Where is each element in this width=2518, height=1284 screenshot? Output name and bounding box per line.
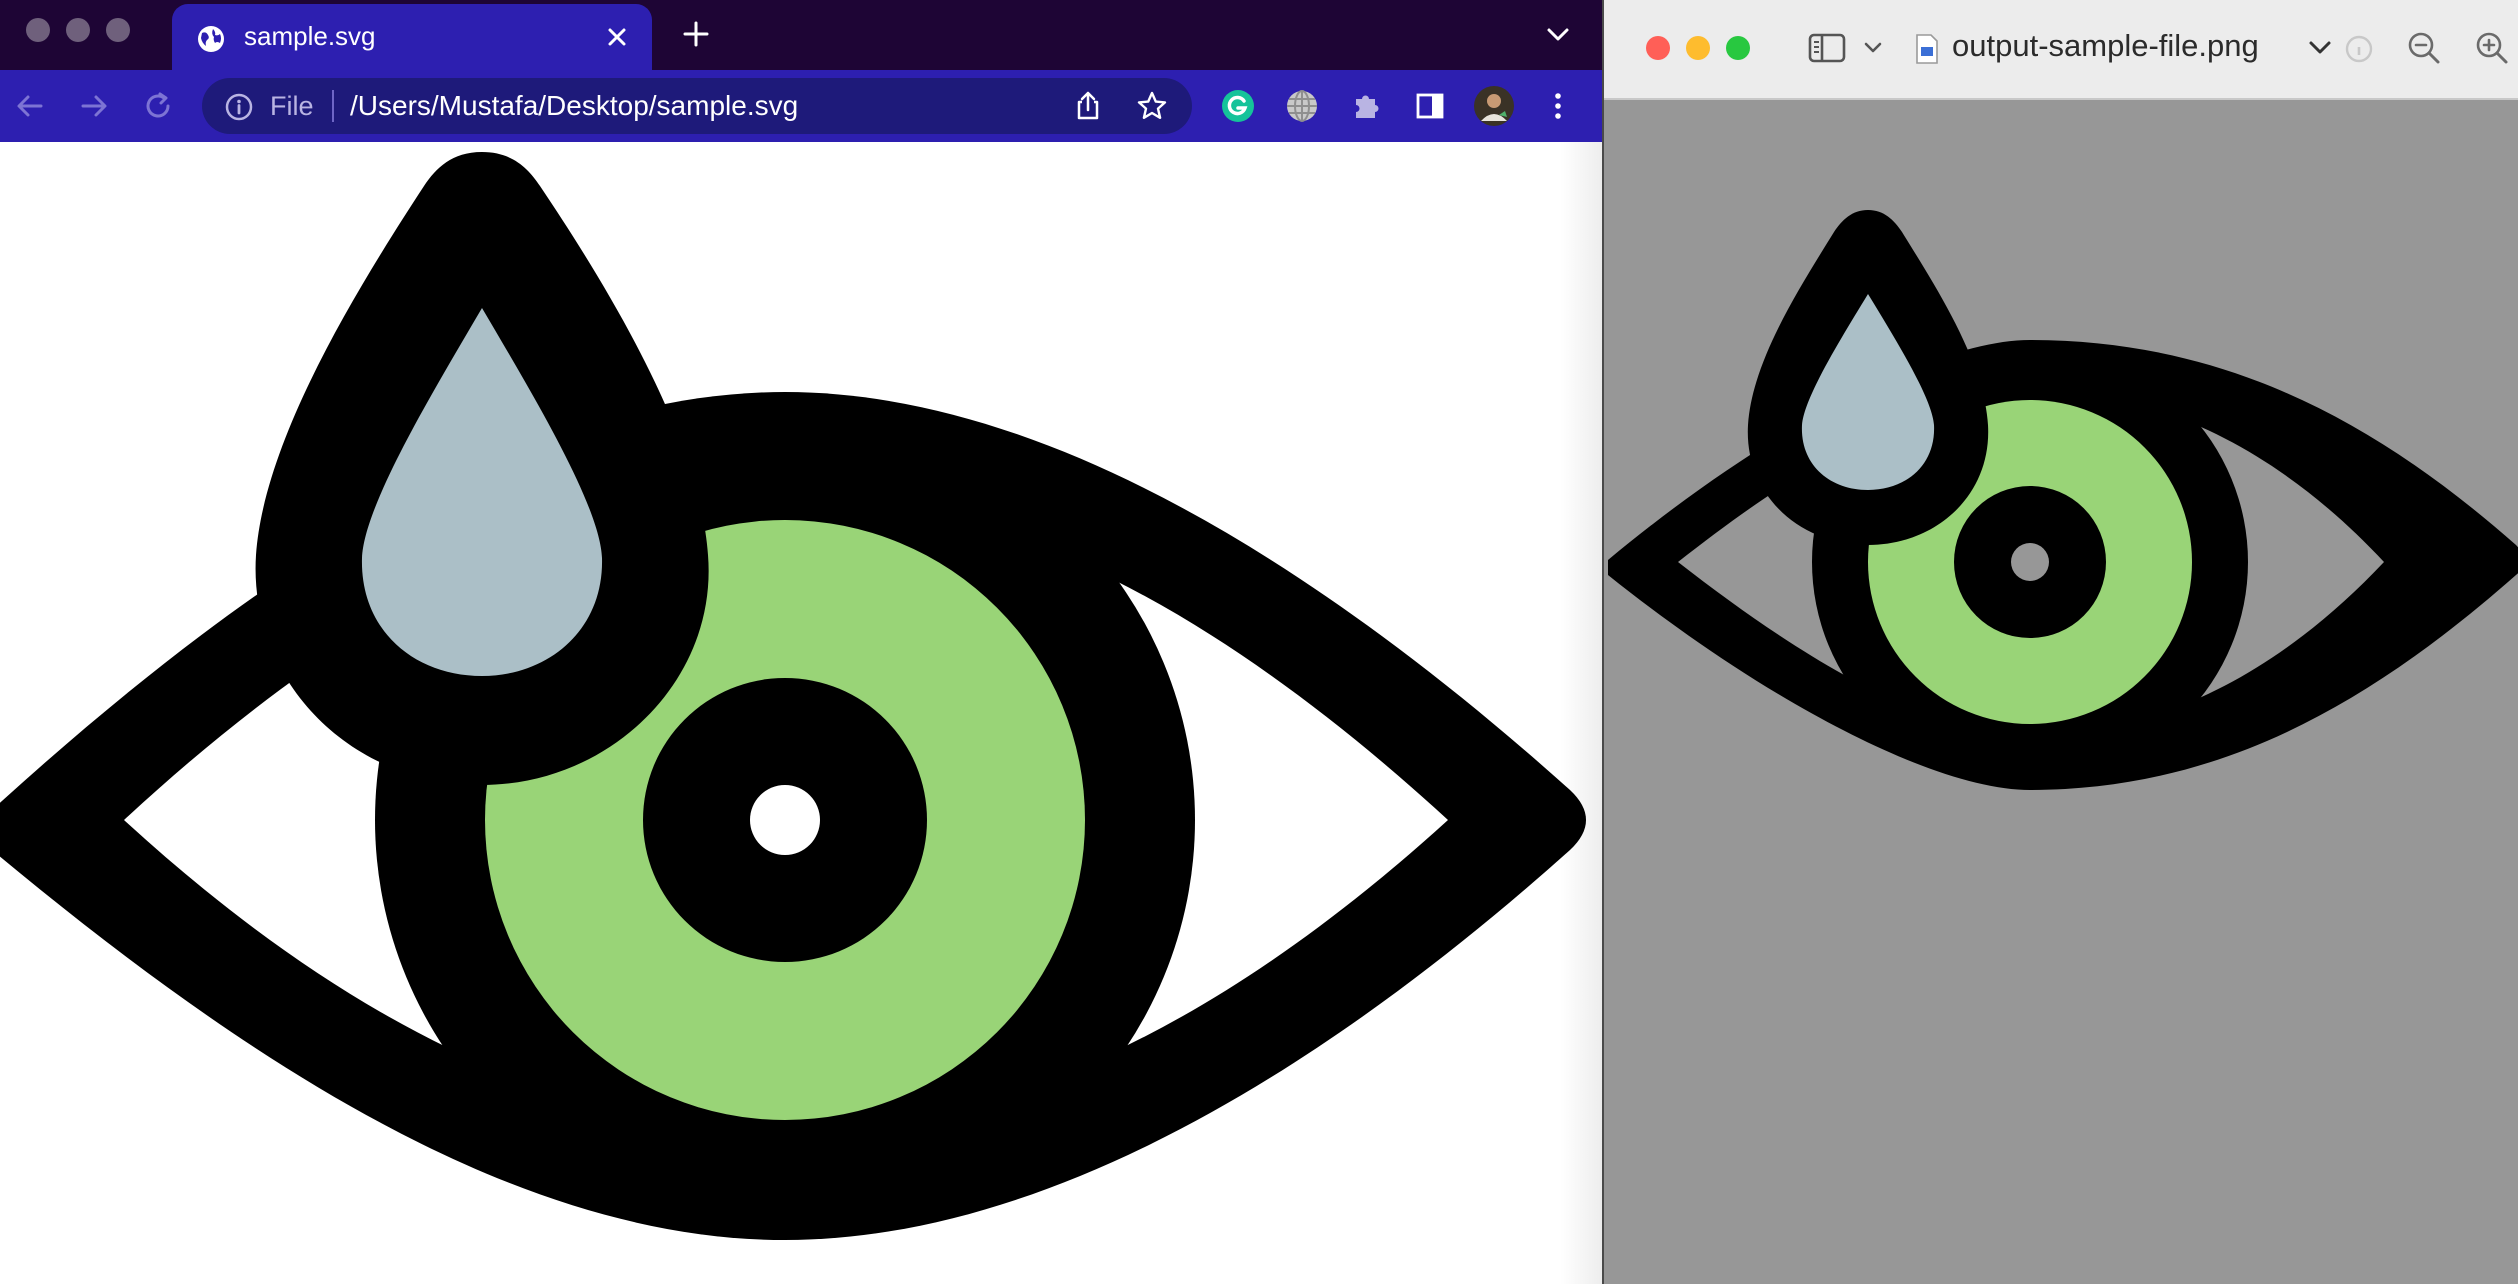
tab-search-button[interactable] xyxy=(1540,20,1576,50)
zoom-window-button[interactable] xyxy=(106,18,130,42)
more-vert-icon xyxy=(1555,93,1561,119)
close-window-button[interactable] xyxy=(1646,36,1670,60)
title-menu-button[interactable] xyxy=(2300,28,2340,68)
zoom-in-button[interactable] xyxy=(2472,28,2512,68)
minimize-window-button[interactable] xyxy=(1686,36,1710,60)
grammarly-extension-button[interactable] xyxy=(1216,84,1260,128)
tab-title: sample.svg xyxy=(244,21,376,51)
close-icon xyxy=(608,28,626,46)
sidebar-toggle-button[interactable] xyxy=(1806,28,1888,68)
arrow-left-icon xyxy=(17,95,43,117)
svg-viewport xyxy=(0,142,1602,1284)
eye-tear-artwork-png xyxy=(1608,210,2518,790)
extensions-button[interactable] xyxy=(1344,84,1388,128)
document-title[interactable]: output-sample-file.png xyxy=(1952,28,2259,64)
image-viewport xyxy=(1604,100,2518,1284)
window-edge-shadow xyxy=(1560,142,1602,1284)
close-window-button[interactable] xyxy=(26,18,50,42)
globe-icon xyxy=(198,26,224,52)
preview-window: output-sample-file.png xyxy=(1602,0,2518,1284)
minimize-window-button[interactable] xyxy=(66,18,90,42)
profile-button[interactable] xyxy=(1472,84,1516,128)
globe-grid-icon xyxy=(1287,90,1317,122)
side-panel-button[interactable] xyxy=(1408,84,1452,128)
new-tab-button[interactable] xyxy=(676,14,716,54)
pupil-highlight xyxy=(750,785,820,855)
info-icon[interactable] xyxy=(224,92,254,122)
zoom-window-button[interactable] xyxy=(1726,36,1750,60)
chevron-down-icon xyxy=(1547,28,1569,41)
zoom-out-icon xyxy=(2408,32,2440,64)
chrome-toolbar: File /Users/Mustafa/Desktop/sample.svg xyxy=(0,70,1602,142)
zoom-out-button[interactable] xyxy=(2404,28,2444,68)
puzzle-icon xyxy=(1356,95,1379,118)
png-file-icon xyxy=(1916,34,1938,64)
zoom-in-icon xyxy=(2476,32,2508,64)
back-button[interactable] xyxy=(8,84,52,128)
omnibox-divider xyxy=(332,90,334,122)
tab-close-button[interactable] xyxy=(600,20,634,54)
reload-icon xyxy=(146,92,170,118)
arrow-right-icon xyxy=(81,95,107,117)
forward-button[interactable] xyxy=(72,84,116,128)
url-scheme-label: File xyxy=(270,91,314,121)
preview-titlebar: output-sample-file.png xyxy=(1604,0,2518,100)
chrome-window: sample.svg File /Users/Mustafa/Desktop/s… xyxy=(0,0,1602,1284)
star-icon[interactable] xyxy=(1136,90,1168,122)
share-icon[interactable] xyxy=(1072,90,1104,122)
vpn-extension-button[interactable] xyxy=(1280,84,1324,128)
url-text[interactable]: /Users/Mustafa/Desktop/sample.svg xyxy=(350,90,798,122)
plus-icon xyxy=(683,21,709,47)
chrome-titlebar: sample.svg xyxy=(0,0,1602,70)
pupil-highlight xyxy=(2011,543,2049,581)
tab-sample-svg[interactable]: sample.svg xyxy=(172,4,652,70)
grammarly-icon xyxy=(1222,90,1254,122)
side-panel-icon xyxy=(1416,93,1444,119)
eye-tear-artwork xyxy=(0,152,1586,1240)
reload-button[interactable] xyxy=(136,84,180,128)
avatar xyxy=(1474,86,1514,126)
chevron-down-icon xyxy=(2309,41,2331,54)
chrome-menu-button[interactable] xyxy=(1536,84,1580,128)
address-bar[interactable]: File /Users/Mustafa/Desktop/sample.svg xyxy=(202,78,1192,134)
info-icon[interactable] xyxy=(2344,34,2374,64)
sidebar-icon xyxy=(1808,33,1882,63)
